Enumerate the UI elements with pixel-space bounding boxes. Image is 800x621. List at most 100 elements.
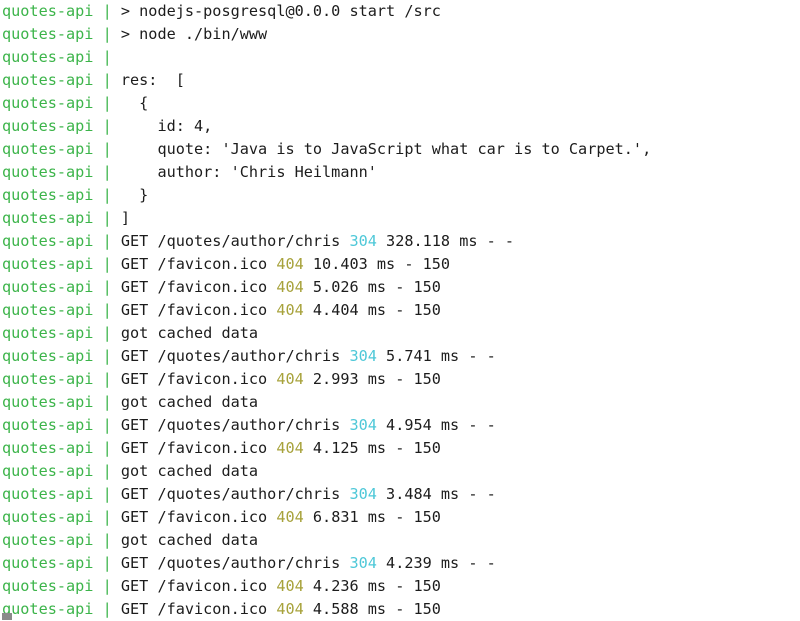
log-text-segment: GET /quotes/author/chris [120,485,350,503]
log-text-segment: GET /favicon.ico [120,255,277,273]
log-line: quotes-api | GET /favicon.ico 404 6.831 … [0,506,800,529]
service-name-label: quotes-api [2,163,94,181]
log-line-list: quotes-api | > nodejs-posgresql@0.0.0 st… [0,0,800,621]
service-name-label: quotes-api [2,94,94,112]
log-line: quotes-api | ] [0,207,800,230]
pipe-separator: | [93,324,121,342]
log-message: GET /favicon.ico 404 4.236 ms - 150 [121,575,441,598]
log-text-segment: got cached data [120,393,259,411]
log-line: quotes-api | author: 'Chris Heilmann' [0,161,800,184]
http-status-code: 404 [276,508,304,526]
pipe-separator: | [93,439,121,457]
log-text-segment: author: 'Chris Heilmann' [120,163,377,181]
log-text-segment: 10.403 ms - 150 [303,255,451,273]
log-message: quote: 'Java is to JavaScript what car i… [121,138,651,161]
log-text-segment: 5.026 ms - 150 [303,278,441,296]
http-status-code: 404 [276,278,304,296]
pipe-separator: | [93,600,121,618]
log-text-segment: GET /favicon.ico [120,508,277,526]
service-name-label: quotes-api [2,416,94,434]
service-name-label: quotes-api [2,439,94,457]
service-name-label: quotes-api [2,393,94,411]
log-text-segment: id: 4, [120,117,213,135]
service-name-label: quotes-api [2,255,94,273]
http-status-code: 304 [349,232,377,250]
service-name-label: quotes-api [2,48,94,66]
log-text-segment: 2.993 ms - 150 [303,370,441,388]
log-message: got cached data [121,322,258,345]
service-name-label: quotes-api [2,485,94,503]
log-message: GET /quotes/author/chris 304 5.741 ms - … [121,345,496,368]
http-status-code: 304 [349,416,377,434]
log-line: quotes-api | GET /quotes/author/chris 30… [0,230,800,253]
log-message: res: [ [121,69,185,92]
service-name-label: quotes-api [2,140,94,158]
pipe-separator: | [93,508,121,526]
log-text-segment: 3.484 ms - - [376,485,496,503]
service-name-label: quotes-api [2,554,94,572]
log-text-segment: 4.239 ms - - [376,554,496,572]
pipe-separator: | [93,163,121,181]
service-name-label: quotes-api [2,600,94,618]
log-text-segment: GET /favicon.ico [120,278,277,296]
http-status-code: 404 [276,439,304,457]
http-status-code: 404 [276,600,304,618]
pipe-separator: | [93,25,121,43]
log-message: GET /favicon.ico 404 4.125 ms - 150 [121,437,441,460]
service-name-label: quotes-api [2,186,94,204]
log-line: quotes-api | > nodejs-posgresql@0.0.0 st… [0,0,800,23]
log-text-segment: 4.954 ms - - [376,416,496,434]
log-line: quotes-api | GET /favicon.ico 404 4.588 … [0,598,800,621]
log-text-segment: 5.741 ms - - [376,347,496,365]
log-message: } [121,184,148,207]
log-line: quotes-api | got cached data [0,529,800,552]
terminal-output-pane[interactable]: quotes-api | > nodejs-posgresql@0.0.0 st… [0,0,800,620]
log-text-segment: GET /quotes/author/chris [120,347,350,365]
pipe-separator: | [93,117,121,135]
pipe-separator: | [93,347,121,365]
http-status-code: 404 [276,370,304,388]
pipe-separator: | [93,416,121,434]
log-line: quotes-api | GET /favicon.ico 404 4.236 … [0,575,800,598]
service-name-label: quotes-api [2,209,94,227]
log-message: GET /favicon.ico 404 5.026 ms - 150 [121,276,441,299]
http-status-code: 404 [276,301,304,319]
log-text-segment: GET /quotes/author/chris [120,416,350,434]
pipe-separator: | [93,255,121,273]
log-line: quotes-api | GET /favicon.ico 404 2.993 … [0,368,800,391]
log-line: quotes-api | got cached data [0,460,800,483]
log-line: quotes-api | GET /favicon.ico 404 4.404 … [0,299,800,322]
log-message: > node ./bin/www [121,23,267,46]
pipe-separator: | [93,554,121,572]
log-message: > nodejs-posgresql@0.0.0 start /src [121,0,441,23]
log-text-segment: { [120,94,149,112]
service-name-label: quotes-api [2,577,94,595]
log-message: GET /quotes/author/chris 304 4.954 ms - … [121,414,496,437]
service-name-label: quotes-api [2,531,94,549]
log-message: { [121,92,148,115]
pipe-separator: | [93,462,121,480]
log-message: GET /favicon.ico 404 10.403 ms - 150 [121,253,450,276]
service-name-label: quotes-api [2,508,94,526]
log-message: id: 4, [121,115,212,138]
log-line: quotes-api | { [0,92,800,115]
log-message: GET /favicon.ico 404 4.588 ms - 150 [121,598,441,621]
log-text-segment: 6.831 ms - 150 [303,508,441,526]
log-line: quotes-api | got cached data [0,391,800,414]
pipe-separator: | [93,393,121,411]
service-name-label: quotes-api [2,2,94,20]
log-message: got cached data [121,529,258,552]
log-text-segment: 4.125 ms - 150 [303,439,441,457]
log-text-segment: 4.404 ms - 150 [303,301,441,319]
log-message: got cached data [121,391,258,414]
log-line: quotes-api | quote: 'Java is to JavaScri… [0,138,800,161]
log-text-segment: GET /favicon.ico [120,370,277,388]
log-text-segment: 4.236 ms - 150 [303,577,441,595]
log-line: quotes-api | [0,46,800,69]
log-text-segment: got cached data [120,531,259,549]
pipe-separator: | [93,48,121,66]
log-text-segment: GET /favicon.ico [120,439,277,457]
log-text-segment: 328.118 ms - - [376,232,515,250]
pipe-separator: | [93,301,121,319]
log-line: quotes-api | GET /favicon.ico 404 5.026 … [0,276,800,299]
